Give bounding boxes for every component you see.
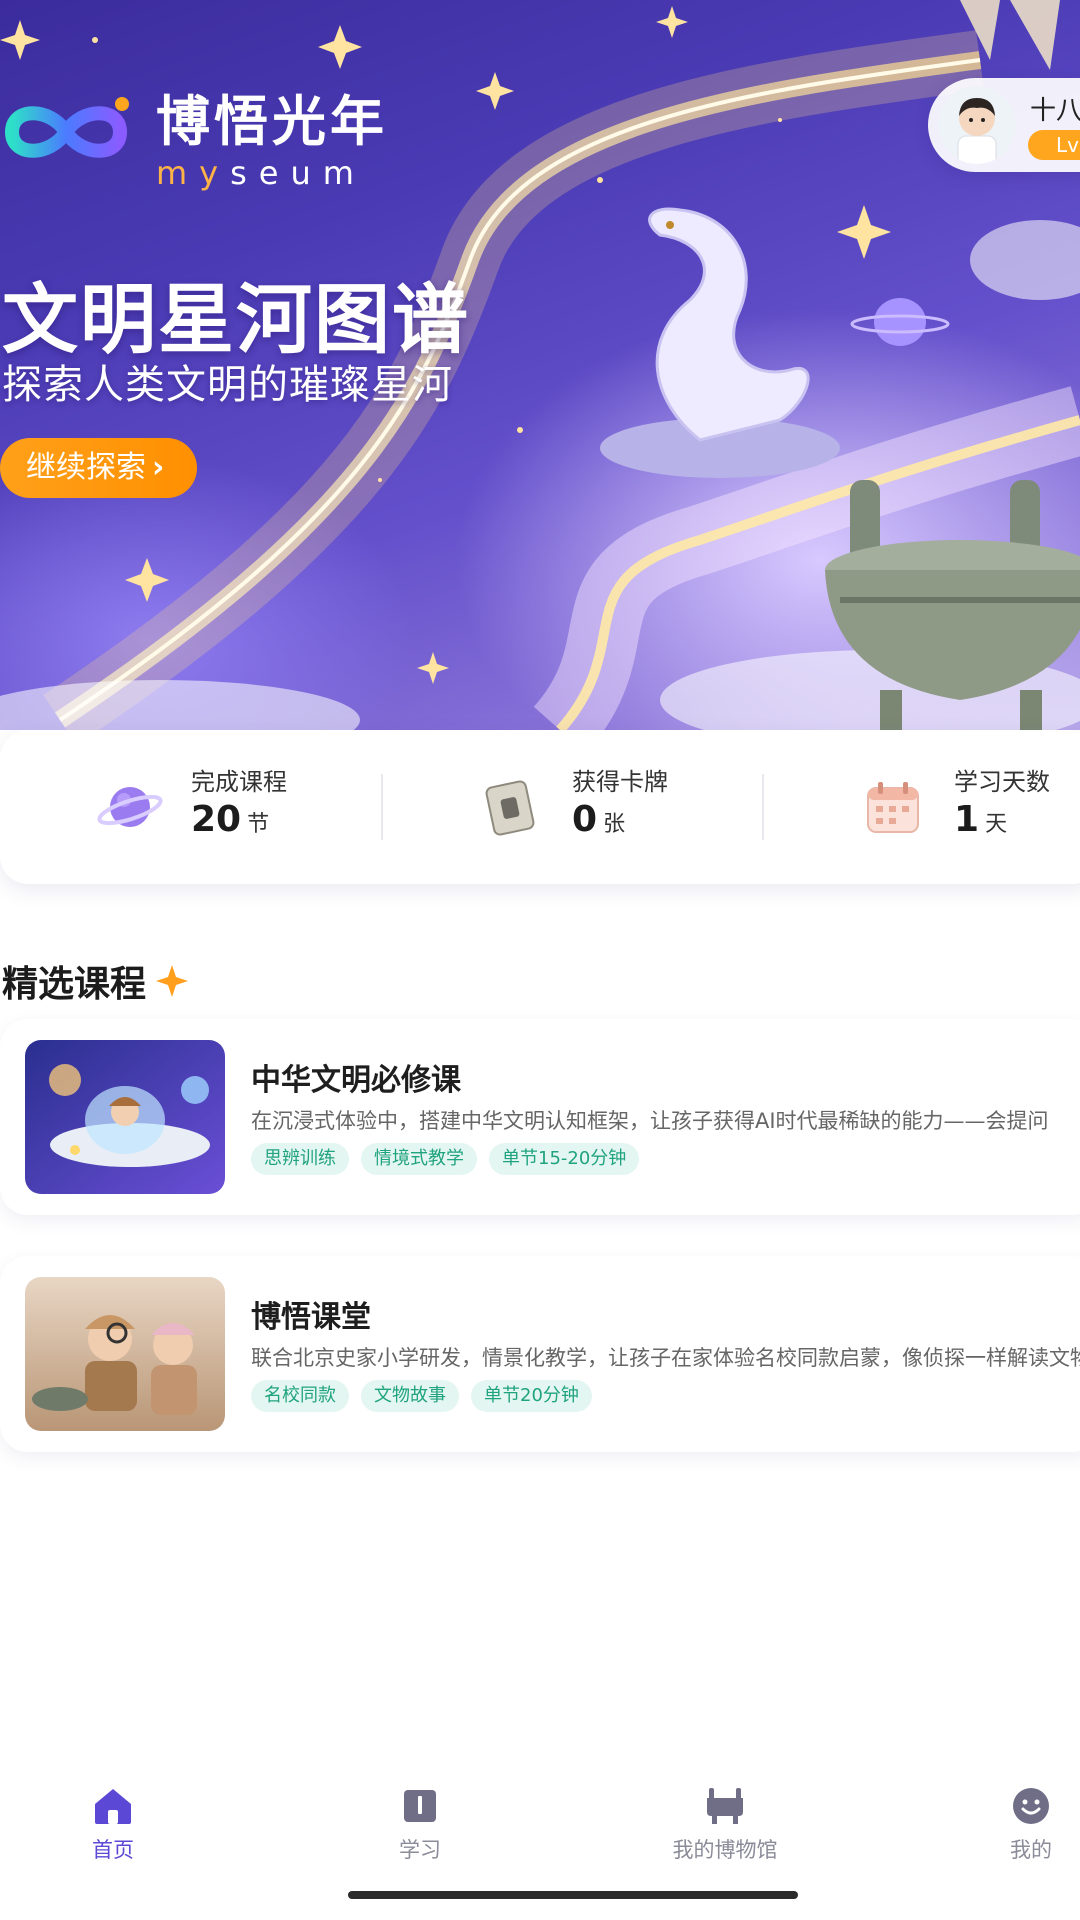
logo-name-cn: 博悟光年 bbox=[156, 90, 388, 153]
hero-banner: 博悟光年 myseum 十八 Lv 文明星河图谱 探索人类文明的璀璨星河 继续探… bbox=[0, 0, 1080, 730]
dragon-illustration bbox=[600, 207, 840, 478]
book-icon bbox=[404, 1790, 436, 1822]
section-title-text: 精选课程 bbox=[2, 964, 147, 1005]
course-description: 在沉浸式体验中，搭建中华文明认知框架，让孩子获得AI时代最稀缺的能力——会提问 bbox=[251, 1109, 1049, 1133]
stat-label: 学习天数 bbox=[954, 767, 1050, 796]
course-description: 联合北京史家小学研发，情景化教学，让孩子在家体验名校同款启蒙，像侦探一样解读文物 bbox=[251, 1346, 1080, 1370]
nav-label: 首页 bbox=[92, 1838, 134, 1862]
boy-avatar-icon bbox=[957, 98, 997, 164]
continue-explore-label: 继续探索 bbox=[26, 450, 146, 485]
spaceship-thumbnail-image bbox=[25, 1040, 225, 1194]
museum-icon bbox=[707, 1788, 743, 1824]
nav-item-my-museum[interactable]: 我的博物馆 bbox=[665, 1784, 785, 1864]
course-tag: 思辨训练 bbox=[251, 1143, 349, 1175]
stat-completed-courses[interactable]: 完成课程 20 节 bbox=[95, 730, 287, 884]
planet-icon bbox=[97, 787, 163, 827]
home-icon bbox=[95, 1789, 131, 1824]
section-title-featured: 精选课程 bbox=[2, 955, 190, 1007]
app-logo: 博悟光年 myseum bbox=[0, 92, 388, 192]
stat-value: 20 bbox=[191, 798, 242, 840]
course-tag: 名校同款 bbox=[251, 1380, 349, 1412]
course-title: 中华文明必修课 bbox=[251, 1063, 461, 1098]
divider bbox=[381, 774, 383, 840]
nav-label: 我的 bbox=[1010, 1838, 1052, 1862]
stat-label: 获得卡牌 bbox=[572, 767, 668, 796]
course-tag: 单节15-20分钟 bbox=[489, 1143, 640, 1175]
course-thumbnail bbox=[25, 1277, 225, 1431]
smile-icon bbox=[1013, 1788, 1049, 1824]
course-card[interactable]: 中华文明必修课 在沉浸式体验中，搭建中华文明认知框架，让孩子获得AI时代最稀缺的… bbox=[0, 1019, 1080, 1215]
nav-item-study[interactable]: 学习 bbox=[360, 1784, 480, 1864]
course-tag: 情境式教学 bbox=[361, 1143, 477, 1175]
stat-label: 完成课程 bbox=[191, 767, 287, 796]
stats-card: 完成课程 20 节 获得卡牌 0张 学习天数 1天 bbox=[0, 730, 1080, 884]
nav-item-home[interactable]: 首页 bbox=[53, 1784, 173, 1864]
home-indicator[interactable] bbox=[348, 1891, 798, 1899]
stat-cards-earned[interactable]: 获得卡牌 0张 bbox=[476, 730, 668, 884]
divider bbox=[762, 774, 764, 840]
kids-detective-thumbnail-image bbox=[25, 1277, 225, 1431]
avatar[interactable] bbox=[938, 86, 1016, 164]
course-tags: 思辨训练 情境式教学 单节15-20分钟 bbox=[251, 1143, 651, 1175]
continue-explore-button[interactable]: 继续探索 › bbox=[0, 438, 197, 498]
stat-unit: 节 bbox=[247, 811, 270, 837]
course-tag: 文物故事 bbox=[361, 1380, 459, 1412]
stat-value: 0 bbox=[572, 798, 598, 840]
nav-item-me[interactable]: 我的 bbox=[971, 1784, 1080, 1864]
stat-study-days[interactable]: 学习天数 1天 bbox=[858, 730, 1050, 884]
user-profile-chip[interactable]: 十八 Lv bbox=[928, 78, 1080, 172]
stat-value: 1 bbox=[954, 798, 980, 840]
course-title: 博悟课堂 bbox=[251, 1300, 371, 1335]
sparkle-icon bbox=[156, 965, 189, 997]
course-tags: 名校同款 文物故事 单节20分钟 bbox=[251, 1380, 604, 1412]
hero-subtitle: 探索人类文明的璀璨星河 bbox=[2, 362, 453, 408]
chevron-right-icon: › bbox=[152, 450, 165, 485]
user-name: 十八 bbox=[1030, 96, 1080, 126]
infinity-logo-icon bbox=[4, 97, 129, 158]
stat-unit: 张 bbox=[603, 811, 626, 837]
bottom-navigation: 首页 学习 我的博物馆 我的 bbox=[0, 1770, 1080, 1870]
nav-label: 学习 bbox=[399, 1838, 441, 1862]
nav-label: 我的博物馆 bbox=[672, 1838, 778, 1862]
stat-unit: 天 bbox=[985, 811, 1008, 837]
level-badge: Lv bbox=[1028, 130, 1080, 160]
course-card[interactable]: 博悟课堂 联合北京史家小学研发，情景化教学，让孩子在家体验名校同款启蒙，像侦探一… bbox=[0, 1256, 1080, 1452]
logo-name-en: myseum bbox=[156, 154, 366, 192]
course-thumbnail bbox=[25, 1040, 225, 1194]
card-icon bbox=[485, 780, 535, 836]
course-tag: 单节20分钟 bbox=[471, 1380, 592, 1412]
calendar-icon bbox=[867, 782, 919, 833]
